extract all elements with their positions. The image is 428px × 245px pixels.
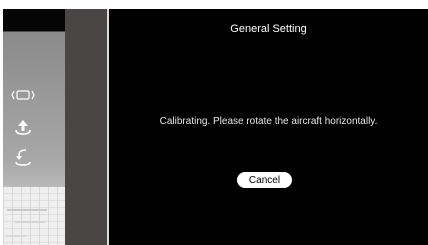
- return-home-icon[interactable]: [11, 147, 35, 167]
- map-view[interactable]: [3, 9, 65, 245]
- sidebar-strip: [65, 9, 107, 245]
- top-status-bar: [3, 9, 65, 31]
- calibration-message: Calibrating. Please rotate the aircraft …: [159, 116, 378, 127]
- app-frame: General Setting Calibrating. Please rota…: [3, 9, 428, 245]
- map-tiles: [3, 187, 65, 245]
- cancel-button[interactable]: Cancel: [237, 172, 292, 188]
- dialog-title: General Setting: [230, 23, 307, 35]
- takeoff-icon[interactable]: [11, 117, 35, 137]
- calibration-dialog: General Setting Calibrating. Please rota…: [109, 9, 428, 245]
- aircraft-status-icon[interactable]: [11, 85, 35, 105]
